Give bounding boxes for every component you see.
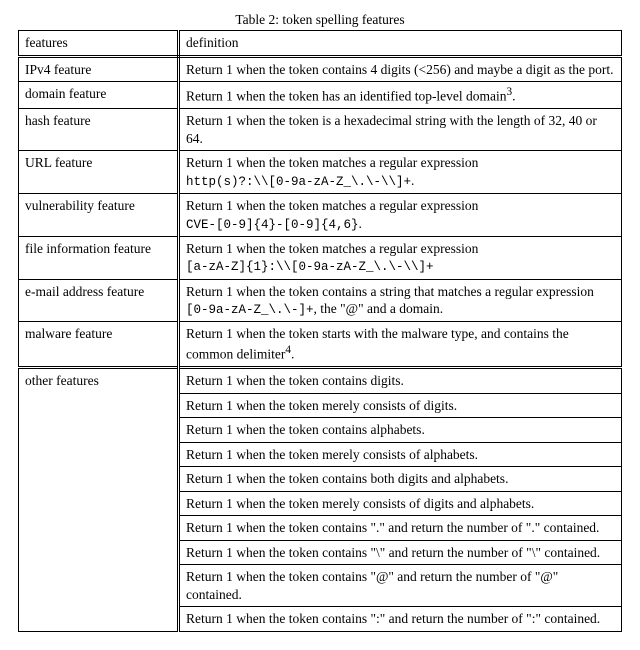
table-row: hash feature Return 1 when the token is … (19, 109, 622, 151)
feature-def: Return 1 when the token merely consists … (179, 491, 622, 516)
feature-def: Return 1 when the token contains digits. (179, 368, 622, 394)
feature-def: Return 1 when the token contains "." and… (179, 516, 622, 541)
feature-name: malware feature (19, 322, 179, 368)
feature-name: IPv4 feature (19, 56, 179, 82)
feature-name: domain feature (19, 82, 179, 109)
header-features: features (19, 31, 179, 57)
feature-def: Return 1 when the token contains 4 digit… (179, 56, 622, 82)
feature-def: Return 1 when the token is a hexadecimal… (179, 109, 622, 151)
table-row: file information feature Return 1 when t… (19, 236, 622, 279)
feature-def: Return 1 when the token contains "@" and… (179, 565, 622, 607)
feature-def: Return 1 when the token contains "\" and… (179, 540, 622, 565)
feature-def: Return 1 when the token merely consists … (179, 442, 622, 467)
table-row: other features Return 1 when the token c… (19, 368, 622, 394)
table-row: e-mail address feature Return 1 when the… (19, 279, 622, 322)
feature-def: Return 1 when the token contains alphabe… (179, 418, 622, 443)
feature-def: Return 1 when the token contains both di… (179, 467, 622, 492)
feature-name-other: other features (19, 368, 179, 632)
feature-table: features definition IPv4 feature Return … (18, 30, 622, 632)
header-definition: definition (179, 31, 622, 57)
feature-name: e-mail address feature (19, 279, 179, 322)
feature-name: URL feature (19, 151, 179, 194)
table-row: domain feature Return 1 when the token h… (19, 82, 622, 109)
table-row: malware feature Return 1 when the token … (19, 322, 622, 368)
feature-def: Return 1 when the token starts with the … (179, 322, 622, 368)
feature-def: Return 1 when the token matches a regula… (179, 236, 622, 279)
feature-name: hash feature (19, 109, 179, 151)
table-row: IPv4 feature Return 1 when the token con… (19, 56, 622, 82)
table-row: URL feature Return 1 when the token matc… (19, 151, 622, 194)
feature-name: vulnerability feature (19, 194, 179, 237)
feature-def: Return 1 when the token contains ":" and… (179, 607, 622, 632)
feature-def: Return 1 when the token matches a regula… (179, 194, 622, 237)
feature-def: Return 1 when the token has an identifie… (179, 82, 622, 109)
feature-def: Return 1 when the token merely consists … (179, 393, 622, 418)
table-header-row: features definition (19, 31, 622, 57)
table-caption: Table 2: token spelling features (18, 12, 622, 28)
feature-def: Return 1 when the token matches a regula… (179, 151, 622, 194)
table-row: vulnerability feature Return 1 when the … (19, 194, 622, 237)
feature-def: Return 1 when the token contains a strin… (179, 279, 622, 322)
feature-name: file information feature (19, 236, 179, 279)
